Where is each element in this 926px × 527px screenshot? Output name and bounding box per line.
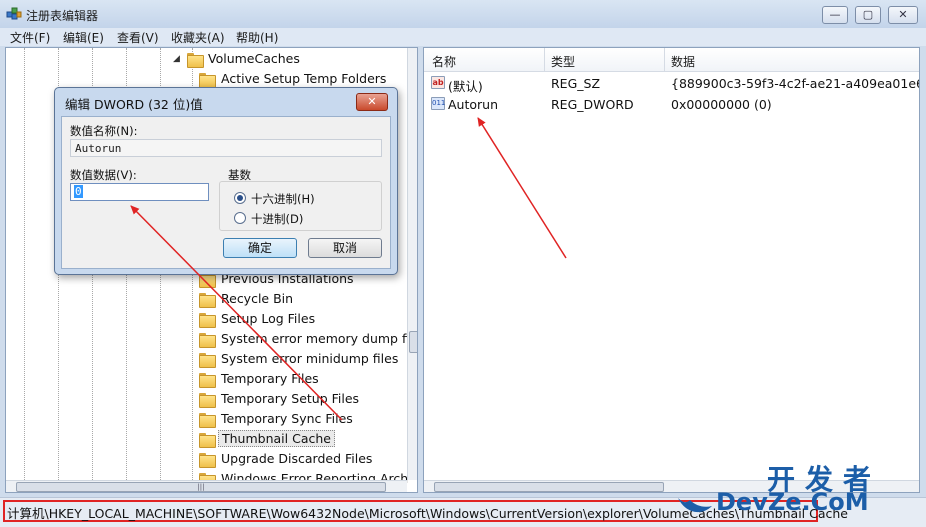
watermark-bird-logo [678, 498, 712, 513]
tree-node[interactable]: Temporary Setup Files [199, 390, 409, 410]
value-name: Autorun [448, 97, 499, 112]
tree-guide [24, 48, 25, 492]
value-data: {889900c3-59f3-4c2f-ae21-a409ea01e605} [671, 76, 919, 91]
tree-node-label: Temporary Setup Files [221, 391, 360, 406]
tree-node[interactable]: Setup Log Files [199, 310, 409, 330]
decimal-radio-label[interactable]: 十进制(D) [251, 211, 303, 227]
tree-node-label: System error memory dump fil [221, 331, 414, 346]
hex-radio-label[interactable]: 十六进制(H) [251, 191, 315, 207]
folder-icon [199, 413, 216, 428]
tree-node[interactable]: Temporary Sync Files [199, 410, 409, 430]
tree-vertical-scrollbar[interactable] [407, 48, 417, 480]
folder-icon [199, 433, 216, 448]
value-list[interactable]: 名称 类型 数据 ab (默认) REG_SZ {889900c3-59f3-4… [423, 47, 920, 493]
tree-node-selected[interactable]: Thumbnail Cache [199, 430, 409, 450]
scrollbar-thumb[interactable]: ||| [16, 482, 386, 492]
menu-favorites[interactable]: 收藏夹(A) [171, 29, 225, 46]
tree-node-volumecaches[interactable]: ◢ VolumeCaches [173, 50, 383, 70]
tree-node-label: Active Setup Temp Folders [221, 71, 387, 86]
expanded-triangle-icon[interactable]: ◢ [173, 54, 180, 64]
close-button[interactable]: ✕ [888, 6, 918, 24]
menu-view[interactable]: 查看(V) [117, 29, 159, 46]
hex-radio[interactable] [234, 192, 246, 204]
cancel-button[interactable]: 取消 [308, 238, 382, 258]
menu-edit[interactable]: 编辑(E) [63, 29, 104, 46]
folder-icon [199, 73, 216, 88]
folder-icon [199, 313, 216, 328]
minimize-button[interactable]: — [822, 6, 848, 24]
column-header-data[interactable]: 数据 [671, 53, 695, 70]
value-data-text: 0 [74, 185, 83, 198]
tree-node-label: Recycle Bin [221, 291, 294, 306]
folder-icon [199, 393, 216, 408]
scrollbar-thumb[interactable] [409, 331, 417, 353]
value-data-input[interactable]: 0 [70, 183, 209, 201]
tree-node-label: System error minidump files [221, 351, 399, 366]
registry-editor-icon [6, 7, 22, 20]
window-title: 注册表编辑器 [26, 9, 99, 23]
tree-node[interactable]: Upgrade Discarded Files [199, 450, 409, 470]
value-type: REG_DWORD [551, 97, 634, 112]
ok-button[interactable]: 确定 [223, 238, 297, 258]
tree-node-label: Temporary Sync Files [221, 411, 353, 426]
menu-bar: 文件(F) 编辑(E) 查看(V) 收藏夹(A) 帮助(H) [0, 28, 926, 46]
value-data: 0x00000000 (0) [671, 97, 772, 112]
tree-node-label: Temporary Files [221, 371, 319, 386]
tree-horizontal-scrollbar[interactable]: ||| [6, 480, 407, 492]
value-name: (默认) [448, 79, 483, 94]
menu-help[interactable]: 帮助(H) [236, 29, 278, 46]
value-name-label: 数值名称(N): [70, 124, 138, 138]
column-header-type[interactable]: 类型 [551, 53, 575, 70]
menu-file[interactable]: 文件(F) [10, 29, 50, 46]
folder-icon [199, 453, 216, 468]
folder-icon [199, 353, 216, 368]
tree-node[interactable]: Temporary Files [199, 370, 409, 390]
maximize-button[interactable]: ▢ [855, 6, 881, 24]
folder-open-icon [187, 53, 204, 68]
string-value-icon: ab [431, 76, 445, 89]
scrollbar-thumb[interactable] [434, 482, 664, 492]
tree-node-label: Thumbnail Cache [218, 430, 335, 447]
folder-icon [199, 333, 216, 348]
value-name-field: Autorun [70, 139, 382, 157]
watermark-english: DevZe.CoM [716, 488, 869, 516]
column-divider[interactable] [544, 48, 545, 72]
dialog-title: 编辑 DWORD (32 位)值 [65, 97, 203, 112]
edit-dword-dialog: 编辑 DWORD (32 位)值 ✕ 数值名称(N): Autorun 数值数据… [54, 87, 398, 275]
column-header-name[interactable]: 名称 [432, 53, 456, 70]
list-row[interactable]: 011 Autorun REG_DWORD 0x00000000 (0) [424, 95, 919, 115]
dialog-close-button[interactable]: ✕ [356, 93, 388, 111]
tree-node[interactable]: System error memory dump fil [199, 330, 413, 350]
registry-editor-window: 注册表编辑器 — ▢ ✕ 文件(F) 编辑(E) 查看(V) 收藏夹(A) 帮助… [0, 0, 926, 527]
folder-icon [199, 373, 216, 388]
dialog-body: 数值名称(N): Autorun 数值数据(V): 0 基数 十六进制(H) 十… [61, 116, 391, 269]
binary-value-icon: 011 [431, 97, 445, 110]
value-type: REG_SZ [551, 76, 601, 91]
tree-node-label: Upgrade Discarded Files [221, 451, 373, 466]
list-row[interactable]: ab (默认) REG_SZ {889900c3-59f3-4c2f-ae21-… [424, 74, 919, 94]
tree-node-label: VolumeCaches [208, 51, 300, 66]
value-data-label: 数值数据(V): [70, 168, 137, 182]
column-divider[interactable] [664, 48, 665, 72]
decimal-radio[interactable] [234, 212, 246, 224]
base-group: 十六进制(H) 十进制(D) [219, 181, 382, 231]
list-header: 名称 类型 数据 [424, 48, 919, 72]
folder-icon [199, 293, 216, 308]
tree-node[interactable]: System error minidump files [199, 350, 409, 370]
tree-node[interactable]: Recycle Bin [199, 290, 409, 310]
tree-node-label: Setup Log Files [221, 311, 316, 326]
title-bar[interactable]: 注册表编辑器 — ▢ ✕ [0, 0, 926, 28]
